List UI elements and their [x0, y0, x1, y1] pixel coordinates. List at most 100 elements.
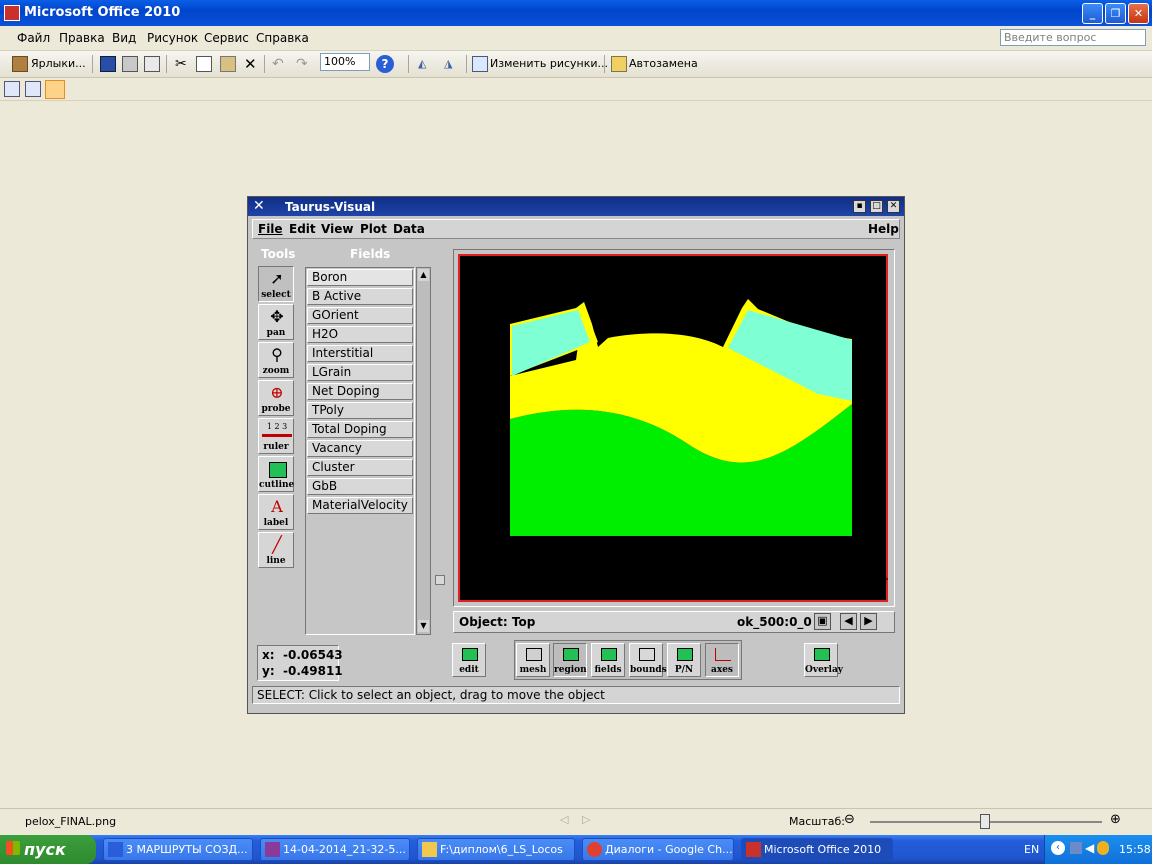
zoom-tool-button[interactable]: ⚲ zoom [258, 342, 294, 378]
field-item-lgrain[interactable]: LGrain [307, 364, 413, 381]
taurus-menu-view[interactable]: View [321, 222, 353, 236]
scroll-down-arrow-icon[interactable]: ▼ [418, 620, 429, 632]
menu-edit[interactable]: Правка [59, 31, 105, 45]
taurus-menu-data[interactable]: Data [393, 222, 425, 236]
taurus-menu-file[interactable]: File [258, 222, 283, 236]
taurus-menu-plot[interactable]: Plot [360, 222, 387, 236]
office-status-bar: pelox_FINAL.png ◁ ▷ Масштаб: ⊖ ⊕ [0, 808, 1152, 835]
zoom-out-icon[interactable]: ⊖ [844, 812, 855, 827]
task-word-document[interactable]: 3 МАРШРУТЫ СОЗД... [103, 838, 253, 861]
fields-icon [601, 648, 617, 661]
edit-button[interactable]: edit [452, 643, 486, 677]
field-item-h2o[interactable]: H2O [307, 326, 413, 343]
previous-arrow-icon[interactable]: ◀ [840, 613, 857, 630]
axes-button[interactable]: axes [705, 643, 739, 677]
scroll-up-arrow-icon[interactable]: ▲ [418, 269, 429, 281]
menu-picture[interactable]: Рисунок [147, 31, 198, 45]
field-item-vacancy[interactable]: Vacancy [307, 440, 413, 457]
tray-app-icon[interactable] [1097, 841, 1109, 855]
tray-expand-icon[interactable]: ‹ [1051, 841, 1065, 855]
close-button[interactable]: ✕ [1128, 3, 1149, 24]
next-arrow-icon[interactable]: ▶ [860, 613, 877, 630]
single-view-icon[interactable] [45, 80, 65, 99]
help-icon[interactable]: ? [376, 55, 394, 73]
toolbar-separator [166, 55, 167, 73]
taurus-menu-help[interactable]: Help [868, 222, 899, 236]
rotate-right-icon[interactable]: ◮ [444, 55, 452, 73]
task-office[interactable]: Microsoft Office 2010 [741, 838, 893, 861]
rotate-left-icon[interactable]: ◭ [418, 55, 426, 73]
field-item-materialvelocity[interactable]: MaterialVelocity [307, 497, 413, 514]
bounds-icon [639, 648, 655, 661]
task-folder[interactable]: F:\диплом\6_LS_Locos [417, 838, 575, 861]
field-item-gbb[interactable]: GbB [307, 478, 413, 495]
pn-icon [677, 648, 693, 661]
taurus-minimize-button[interactable]: ▪ [853, 200, 866, 213]
paste-icon[interactable] [220, 56, 236, 72]
menu-view[interactable]: Вид [112, 31, 136, 45]
taurus-title: Taurus-Visual [285, 200, 376, 214]
taurus-close-button[interactable]: ✕ [887, 200, 900, 213]
print-preview-icon[interactable] [144, 56, 160, 72]
field-item-tpoly[interactable]: TPoly [307, 402, 413, 419]
print-icon[interactable] [122, 56, 138, 72]
pn-button[interactable]: P/N [667, 643, 701, 677]
restore-button[interactable]: ❐ [1105, 3, 1126, 24]
ruler-tool-button[interactable]: 1 2 3 ruler [258, 418, 294, 454]
start-button[interactable]: пуск [0, 835, 96, 864]
zoom-in-icon[interactable]: ⊕ [1110, 812, 1121, 827]
zoom-select[interactable]: 100% [320, 53, 370, 71]
network-icon[interactable] [1070, 842, 1082, 854]
line-tool-button[interactable]: ╱ line [258, 532, 294, 568]
fields-button[interactable]: fields [591, 643, 625, 677]
taurus-maximize-button[interactable]: □ [870, 200, 883, 213]
menu-help[interactable]: Справка [256, 31, 309, 45]
copy-icon[interactable] [196, 56, 212, 72]
menu-file[interactable]: Файл [17, 31, 50, 45]
minimize-button[interactable]: _ [1082, 3, 1103, 24]
field-item-cluster[interactable]: Cluster [307, 459, 413, 476]
field-item-total-doping[interactable]: Total Doping [307, 421, 413, 438]
filmstrip-view-icon[interactable] [25, 81, 41, 97]
field-item-boron[interactable]: Boron [307, 269, 413, 286]
prev-image-icon[interactable]: ◁ [560, 813, 568, 826]
save-icon[interactable] [100, 56, 116, 72]
edit-pictures-button[interactable]: Изменить рисунки... [490, 55, 608, 73]
fields-scrollbar[interactable]: ▲ ▼ [416, 267, 431, 635]
task-chrome[interactable]: Диалоги - Google Ch... [582, 838, 734, 861]
cut-icon[interactable]: ✂ [175, 55, 187, 73]
cutline-tool-button[interactable]: cutline [258, 456, 294, 492]
frame-icon[interactable]: ▣ [814, 613, 831, 630]
field-item-b-active[interactable]: B Active [307, 288, 413, 305]
field-item-net-doping[interactable]: Net Doping [307, 383, 413, 400]
region-button[interactable]: region [553, 643, 587, 677]
thumbnails-view-icon[interactable] [4, 81, 20, 97]
taurus-menu-edit[interactable]: Edit [289, 222, 316, 236]
crosshair-icon: ⊕ [270, 383, 284, 402]
volume-icon[interactable]: ◀ [1085, 841, 1094, 855]
plot-canvas[interactable]: 0 0.2 0.4 0.6 0.8 1 1.2 -0.4 -0.2 0 0.2 0.4 0.6 [458, 254, 888, 602]
pan-tool-button[interactable]: ✥ pan [258, 304, 294, 340]
splitter-handle[interactable] [435, 575, 445, 585]
zoom-slider-thumb[interactable] [980, 814, 990, 829]
field-item-gorient[interactable]: GOrient [307, 307, 413, 324]
ask-question-input[interactable]: Введите вопрос [1000, 29, 1146, 46]
delete-icon[interactable]: ✕ [244, 55, 257, 73]
redo-icon[interactable]: ↷ [296, 55, 308, 73]
overlay-button[interactable]: Overlay [804, 643, 843, 677]
select-tool-button[interactable]: ➚ select [258, 266, 294, 302]
label-tool-button[interactable]: A label [258, 494, 294, 530]
taurus-visual-window: ✕ Taurus-Visual ▪ □ ✕ File Edit View Plo… [247, 196, 905, 714]
next-image-icon[interactable]: ▷ [582, 813, 590, 826]
language-indicator[interactable]: EN [1024, 843, 1039, 856]
task-archive[interactable]: 14-04-2014_21-32-5... [260, 838, 410, 861]
field-item-interstitial[interactable]: Interstitial [307, 345, 413, 362]
probe-tool-button[interactable]: ⊕ probe [258, 380, 294, 416]
autocorrect-button[interactable]: Автозамена [629, 55, 698, 73]
y-tick-label: -0.4 [464, 287, 475, 309]
menu-tools[interactable]: Сервис [204, 31, 249, 45]
undo-icon[interactable]: ↶ [272, 55, 284, 73]
bounds-button[interactable]: bounds [629, 643, 667, 677]
mesh-button[interactable]: mesh [516, 643, 550, 677]
shortcuts-button[interactable]: Ярлыки... [31, 55, 86, 73]
